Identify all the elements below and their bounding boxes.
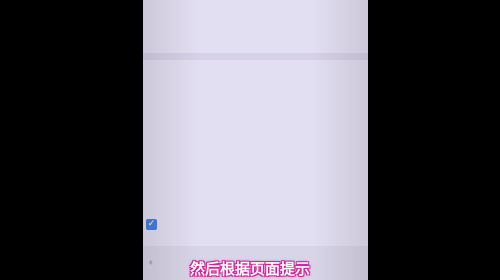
section-divider [143, 53, 368, 60]
check-icon: ✓ [147, 219, 156, 229]
phone-screen: ✓ ‹ [143, 0, 368, 280]
video-caption: 然后根据页面提示 [189, 260, 310, 278]
agree-checkbox[interactable]: ✓ [146, 219, 157, 230]
